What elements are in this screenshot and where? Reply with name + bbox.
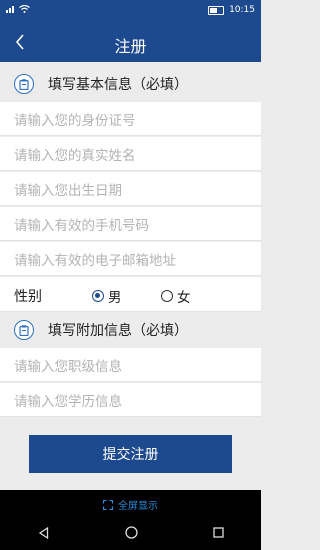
clipboard-icon bbox=[14, 74, 34, 94]
id-number-placeholder: 请输入您的身份证号 bbox=[14, 112, 136, 129]
page-title: 注册 bbox=[114, 37, 147, 56]
education-input[interactable]: 请输入您学历信息 bbox=[0, 383, 261, 417]
clipboard-icon bbox=[14, 320, 34, 340]
gender-label: 性别 bbox=[14, 289, 42, 305]
gender-option-male[interactable]: 男 bbox=[92, 286, 122, 306]
gender-option-male-label: 男 bbox=[108, 290, 122, 306]
gender-option-female[interactable]: 女 bbox=[161, 286, 191, 306]
job-level-input[interactable]: 请输入您职级信息 bbox=[0, 348, 261, 382]
bottom-bar: 全屏显示 bbox=[0, 490, 261, 550]
section-title-basic: 填写基本信息（必填） bbox=[48, 77, 188, 93]
phone-input[interactable]: 请输入有效的手机号码 bbox=[0, 207, 261, 241]
email-input[interactable]: 请输入有效的电子邮箱地址 bbox=[0, 242, 261, 276]
nav-home-icon[interactable] bbox=[124, 526, 138, 539]
section-header-basic: 填写基本信息（必填） bbox=[0, 66, 261, 102]
real-name-placeholder: 请输入您的真实姓名 bbox=[14, 147, 136, 164]
wifi-icon bbox=[19, 5, 30, 13]
signal-icon bbox=[6, 6, 14, 13]
fullscreen-icon bbox=[103, 499, 113, 510]
gender-row: 性别 男 女 bbox=[0, 277, 261, 312]
status-time: 10:15 bbox=[229, 5, 255, 15]
title-bar: 注册 bbox=[0, 22, 261, 62]
radio-checked-icon[interactable] bbox=[92, 290, 104, 302]
nav-back-icon[interactable] bbox=[38, 526, 50, 539]
id-number-input[interactable]: 请输入您的身份证号 bbox=[0, 102, 261, 136]
submit-button[interactable]: 提交注册 bbox=[29, 435, 232, 473]
nav-recent-icon[interactable] bbox=[212, 527, 224, 538]
system-nav bbox=[0, 526, 261, 539]
section-title-extra: 填写附加信息（必填） bbox=[48, 323, 188, 339]
gender-option-female-label: 女 bbox=[177, 290, 191, 306]
email-placeholder: 请输入有效的电子邮箱地址 bbox=[14, 252, 176, 269]
fullscreen-button[interactable]: 全屏显示 bbox=[0, 497, 261, 512]
section-header-extra: 填写附加信息（必填） bbox=[0, 312, 261, 348]
phone-placeholder: 请输入有效的手机号码 bbox=[14, 217, 149, 234]
radio-unchecked-icon[interactable] bbox=[161, 290, 173, 302]
job-level-placeholder: 请输入您职级信息 bbox=[14, 358, 122, 375]
status-bar: 10:15 bbox=[0, 0, 261, 22]
battery-icon bbox=[208, 5, 225, 15]
education-placeholder: 请输入您学历信息 bbox=[14, 393, 122, 410]
birth-date-input[interactable]: 请输入您出生日期 bbox=[0, 172, 261, 206]
fullscreen-label: 全屏显示 bbox=[118, 501, 158, 512]
real-name-input[interactable]: 请输入您的真实姓名 bbox=[0, 137, 261, 171]
birth-date-placeholder: 请输入您出生日期 bbox=[14, 182, 122, 199]
